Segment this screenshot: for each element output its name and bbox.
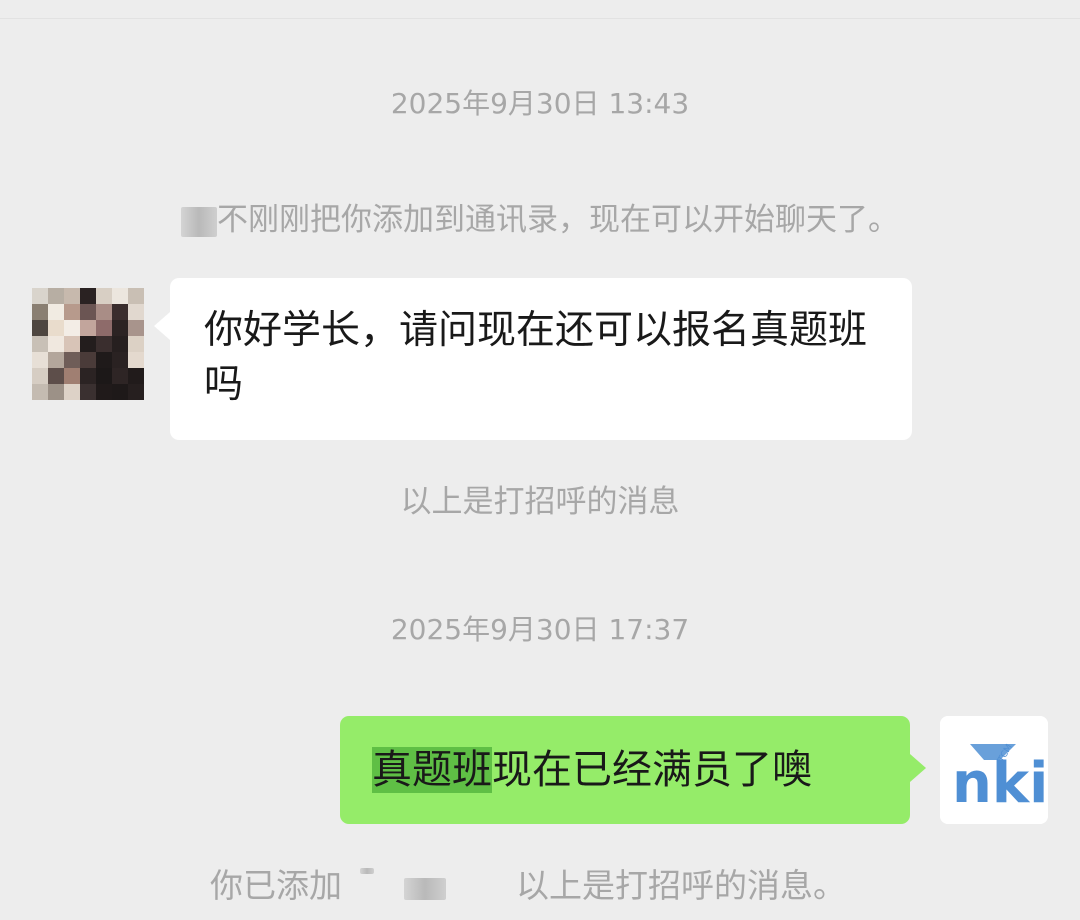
redacted-name	[181, 206, 217, 237]
outgoing-message-bubble[interactable]: 真题班现在已经满员了噢	[340, 716, 926, 824]
nki-logo-icon: nki TCM	[940, 716, 1048, 824]
contact-avatar[interactable]	[32, 288, 144, 400]
system-message-added: 不刚刚把你添加到通讯录，现在可以开始聊天了。	[0, 200, 1080, 240]
timestamp: 2025年9月30日 17:37	[390, 613, 690, 646]
my-avatar[interactable]: nki TCM	[940, 716, 1048, 824]
top-divider	[0, 18, 1080, 19]
timestamp: 2025年9月30日 13:43	[390, 87, 690, 120]
redacted-fragment	[360, 868, 374, 874]
bottom-system-right: 以上是打招呼的消息。	[516, 866, 846, 905]
system-message-text: 不刚刚把你添加到通讯录，现在可以开始聊天了。	[217, 202, 899, 238]
greeting-note: 以上是打招呼的消息	[400, 484, 680, 520]
bottom-system-left: 你已添加	[210, 866, 342, 905]
search-highlight: 真题班	[372, 747, 492, 793]
outgoing-message-text: 现在已经满员了噢	[492, 747, 812, 793]
incoming-message-bubble[interactable]: 你好学长，请问现在还可以报名真题班吗	[154, 278, 912, 440]
incoming-message-text: 你好学长，请问现在还可以报名真题班吗	[204, 308, 868, 407]
redacted-name	[404, 878, 446, 900]
